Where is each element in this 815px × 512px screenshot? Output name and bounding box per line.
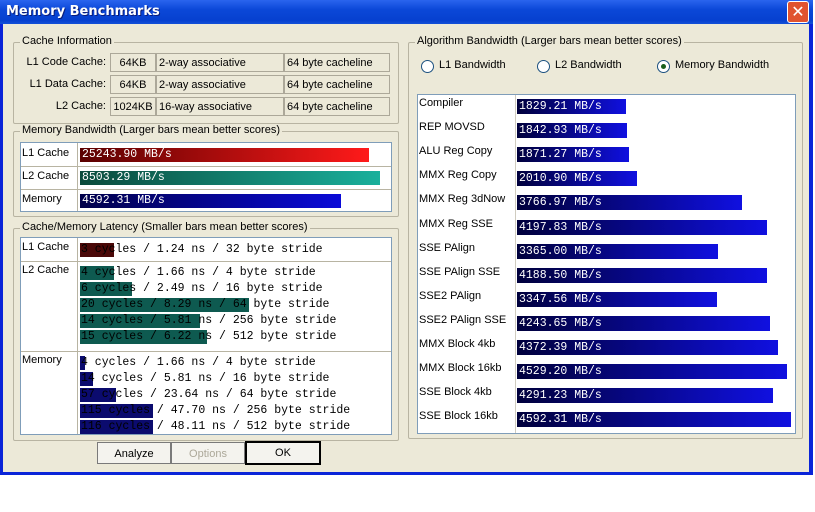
- algorithm-label: SSE Block 16kb: [419, 410, 498, 423]
- algorithm-bar-value: 4529.20 MB/s: [519, 365, 602, 379]
- latency-row: 4 cycles / 1.66 ns / 4 byte stride: [80, 265, 316, 281]
- latency-row: 20 cycles / 8.29 ns / 64 byte stride: [80, 297, 329, 313]
- radio-label: L1 Bandwidth: [439, 59, 506, 71]
- latency-row-text: 20 cycles / 8.29 ns / 64 byte stride: [81, 298, 330, 311]
- memory-bandwidth-label: Memory: [22, 193, 62, 205]
- latency-row: 15 cycles / 6.22 ns / 512 byte stride: [80, 329, 336, 345]
- algorithm-bar-value: 3365.00 MB/s: [519, 244, 602, 258]
- cache-line-value: 64 byte cacheline: [284, 53, 390, 72]
- memory-bandwidth-label: L1 Cache: [22, 147, 70, 159]
- latency-row-text: 4 cycles / 1.66 ns / 4 byte stride: [81, 356, 316, 369]
- algorithm-label: MMX Reg Copy: [419, 169, 497, 182]
- memory-bandwidth-value: 25243.90 MB/s: [82, 148, 172, 161]
- algorithm-bar-value: 4291.23 MB/s: [519, 389, 602, 403]
- cache-size-value: 64KB: [110, 53, 156, 72]
- cache-information-legend: Cache Information: [20, 35, 114, 47]
- latency-row-text: 57 cycles / 23.64 ns / 64 byte stride: [81, 388, 337, 401]
- algorithm-bar-value: 2010.90 MB/s: [519, 172, 602, 186]
- cache-row-label: L1 Data Cache:: [29, 78, 106, 90]
- latency-row: 4 cycles / 1.66 ns / 4 byte stride: [80, 355, 316, 371]
- label-column-divider: [77, 238, 78, 434]
- latency-group: Cache/Memory Latency (Smaller bars mean …: [13, 221, 399, 441]
- cache-row-label: L2 Cache:: [55, 100, 106, 112]
- memory-bandwidth-label: L2 Cache: [22, 170, 70, 182]
- algorithm-bar-value: 1842.93 MB/s: [519, 124, 602, 138]
- algorithm-label: MMX Block 16kb: [419, 362, 502, 375]
- latency-group-label: L1 Cache: [22, 241, 70, 253]
- latency-row-text: 14 cycles / 5.81 ns / 256 byte stride: [81, 314, 337, 327]
- latency-box: L1 Cache 3 cycles / 1.24 ns / 32 byte str…: [20, 237, 392, 435]
- latency-row: 57 cycles / 23.64 ns / 64 byte stride: [80, 387, 336, 403]
- cache-row-label: L1 Code Cache:: [26, 56, 107, 68]
- latency-row-text: 116 cycles / 48.11 ns / 512 byte stride: [81, 420, 351, 433]
- latency-row-text: 6 cycles / 2.49 ns / 16 byte stride: [81, 282, 323, 295]
- memory-bandwidth-box: L1 Cache 25243.90 MB/s L2 Cache 8503.29 MB/…: [20, 142, 392, 212]
- radio-circle-icon[interactable]: [421, 60, 434, 73]
- latency-row-text: 14 cycles / 5.81 ns / 16 byte stride: [81, 372, 330, 385]
- algorithm-label: Compiler: [419, 97, 464, 109]
- radio-label: L2 Bandwidth: [555, 59, 622, 71]
- dialog-client-area: Cache Information L1 Code Cache: 64KB 2-wa…: [3, 24, 809, 472]
- algorithm-label: MMX Reg 3dNow: [419, 193, 506, 206]
- cache-associativity-value: 2-way associative: [156, 53, 284, 72]
- radio-circle-icon[interactable]: [657, 60, 670, 73]
- algorithm-label: SSE Block 4kb: [419, 386, 492, 399]
- algorithm-bar-value: 4592.31 MB/s: [519, 413, 602, 427]
- latency-legend: Cache/Memory Latency (Smaller bars mean …: [20, 221, 310, 233]
- algorithm-label: ALU Reg Copy: [419, 145, 493, 158]
- latency-row-text: 4 cycles / 1.66 ns / 4 byte stride: [81, 266, 316, 279]
- latency-row: 3 cycles / 1.24 ns / 32 byte stride: [80, 242, 323, 258]
- algorithm-label: SSE PAlign SSE: [419, 265, 501, 278]
- algorithm-bar-value: 4243.65 MB/s: [519, 316, 602, 330]
- algorithm-bandwidth-group: Algorithm Bandwidth (Larger bars mean be…: [408, 35, 803, 439]
- algorithm-bandwidth-box: Compiler 1829.21 MB/s REP MOVSD 1842.93 MB/…: [417, 94, 796, 434]
- memory-bandwidth-group: Memory Bandwidth (Larger bars mean bette…: [13, 124, 399, 217]
- latency-row: 115 cycles / 47.70 ns / 256 byte stride: [80, 403, 350, 419]
- memory-bandwidth-legend: Memory Bandwidth (Larger bars mean bette…: [20, 124, 282, 136]
- algorithm-label: REP MOVSD: [419, 121, 485, 134]
- latency-row: 6 cycles / 2.49 ns / 16 byte stride: [80, 281, 323, 297]
- algorithm-label: SSE2 PAlign: [419, 289, 482, 302]
- memory-bandwidth-value: 8503.29 MB/s: [82, 171, 165, 184]
- window-title: Memory Benchmarks: [6, 4, 160, 19]
- cache-size-value: 64KB: [110, 75, 156, 94]
- algorithm-bar-value: 4372.39 MB/s: [519, 341, 602, 354]
- analyze-button[interactable]: Analyze: [97, 442, 171, 464]
- memory-benchmarks-window: Memory Benchmarks ✕ Cache Information L1…: [0, 0, 813, 475]
- memory-bandwidth-value: 4592.31 MB/s: [82, 194, 165, 207]
- algorithm-bar-value: 1871.27 MB/s: [519, 148, 602, 162]
- algorithm-label: SSE2 PAlign SSE: [419, 313, 507, 326]
- title-bar[interactable]: Memory Benchmarks ✕: [0, 0, 813, 24]
- latency-row: 14 cycles / 5.81 ns / 256 byte stride: [80, 313, 336, 329]
- cache-associativity-value: 2-way associative: [156, 75, 284, 94]
- algorithm-bar-value: 4188.50 MB/s: [519, 268, 602, 282]
- algorithm-bar-value: 3766.97 MB/s: [519, 196, 602, 210]
- algorithm-bar-value: 1829.21 MB/s: [519, 100, 602, 113]
- cache-size-value: 1024KB: [110, 97, 156, 116]
- algorithm-bar-value: 4197.83 MB/s: [519, 220, 602, 234]
- algorithm-bandwidth-legend: Algorithm Bandwidth (Larger bars mean be…: [415, 35, 684, 47]
- label-column-divider: [77, 143, 78, 211]
- cache-associativity-value: 16-way associative: [156, 97, 284, 116]
- algorithm-label: SSE PAlign: [419, 241, 476, 254]
- radio-circle-icon[interactable]: [537, 60, 550, 73]
- latency-row-text: 15 cycles / 6.22 ns / 512 byte stride: [81, 330, 337, 343]
- cache-information-group: Cache Information L1 Code Cache: 64KB 2-wa…: [13, 35, 399, 124]
- algorithm-label: MMX Block 4kb: [419, 338, 496, 350]
- close-button[interactable]: ✕: [787, 1, 809, 23]
- radio-label: Memory Bandwidth: [675, 59, 770, 71]
- algorithm-label: MMX Reg SSE: [419, 217, 493, 230]
- cache-line-value: 64 byte cacheline: [284, 75, 390, 94]
- latency-group-label: Memory: [22, 354, 62, 366]
- cache-line-value: 64 byte cacheline: [284, 97, 390, 116]
- latency-row-text: 115 cycles / 47.70 ns / 256 byte stride: [81, 404, 351, 417]
- label-column-divider: [515, 95, 516, 433]
- latency-group-label: L2 Cache: [22, 264, 70, 276]
- latency-row: 14 cycles / 5.81 ns / 16 byte stride: [80, 371, 329, 387]
- ok-button[interactable]: OK: [245, 441, 321, 465]
- latency-row-text: 3 cycles / 1.24 ns / 32 byte stride: [81, 243, 323, 256]
- options-button[interactable]: Options: [171, 442, 245, 464]
- latency-row: 116 cycles / 48.11 ns / 512 byte stride: [80, 419, 350, 435]
- algorithm-bar-value: 3347.56 MB/s: [519, 292, 602, 306]
